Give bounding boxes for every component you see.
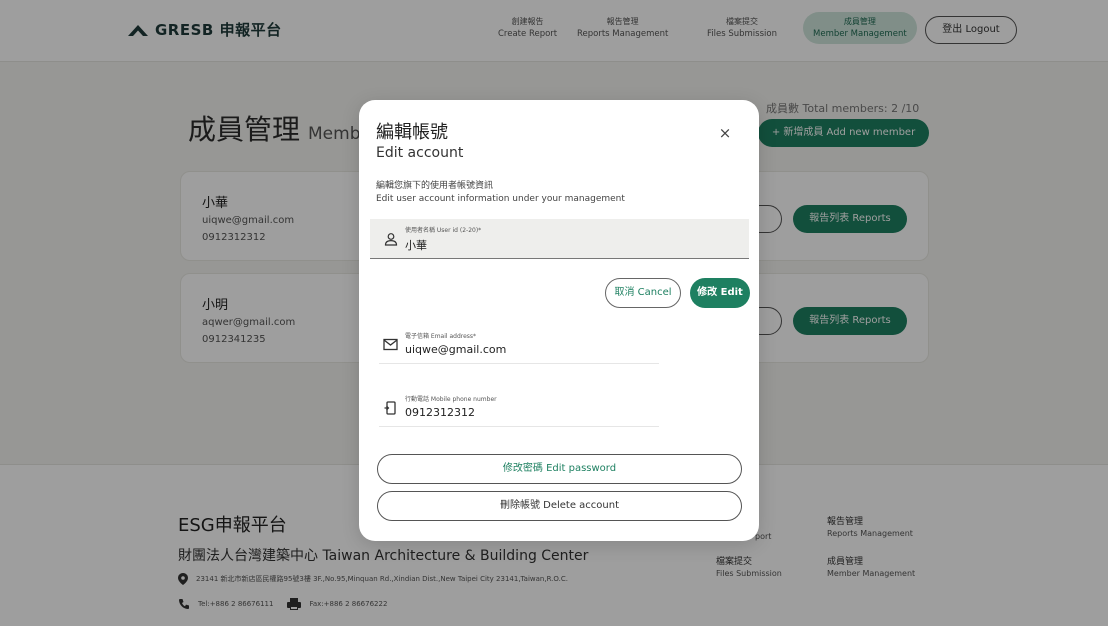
modal-title-zh: 編輯帳號 bbox=[376, 122, 448, 143]
modal-description: 編輯您旗下的使用者帳號資訊 Edit user account informat… bbox=[376, 180, 625, 206]
user-id-field[interactable]: 使用者名稱 User id (2-20)* 小華 bbox=[370, 219, 749, 259]
edit-account-modal: 編輯帳號 Edit account × 編輯您旗下的使用者帳號資訊 Edit u… bbox=[359, 100, 759, 541]
mail-icon bbox=[383, 338, 398, 351]
edit-submit-button[interactable]: 修改 Edit bbox=[690, 278, 750, 308]
phone-field[interactable]: 行動電話 Mobile phone number 0912312312 bbox=[379, 387, 659, 427]
modal-description-en: Edit user account information under your… bbox=[376, 194, 625, 204]
email-field[interactable]: 電子信箱 Email address* uiqwe@gmail.com bbox=[379, 324, 659, 364]
email-value: uiqwe@gmail.com bbox=[405, 343, 507, 356]
modal-title-en: Edit account bbox=[376, 145, 464, 161]
email-label: 電子信箱 Email address* bbox=[405, 333, 477, 340]
delete-account-button[interactable]: 刪除帳號 Delete account bbox=[377, 491, 742, 521]
user-id-value: 小華 bbox=[405, 239, 427, 252]
phone-icon bbox=[384, 401, 396, 415]
close-icon[interactable]: × bbox=[716, 124, 734, 142]
edit-password-button[interactable]: 修改密碼 Edit password bbox=[377, 454, 742, 484]
modal-description-zh: 編輯您旗下的使用者帳號資訊 bbox=[376, 181, 494, 191]
cancel-button[interactable]: 取消 Cancel bbox=[605, 278, 681, 308]
user-icon bbox=[384, 233, 398, 246]
phone-label: 行動電話 Mobile phone number bbox=[405, 396, 497, 403]
user-id-label: 使用者名稱 User id (2-20)* bbox=[405, 227, 482, 234]
phone-value: 0912312312 bbox=[405, 406, 475, 419]
